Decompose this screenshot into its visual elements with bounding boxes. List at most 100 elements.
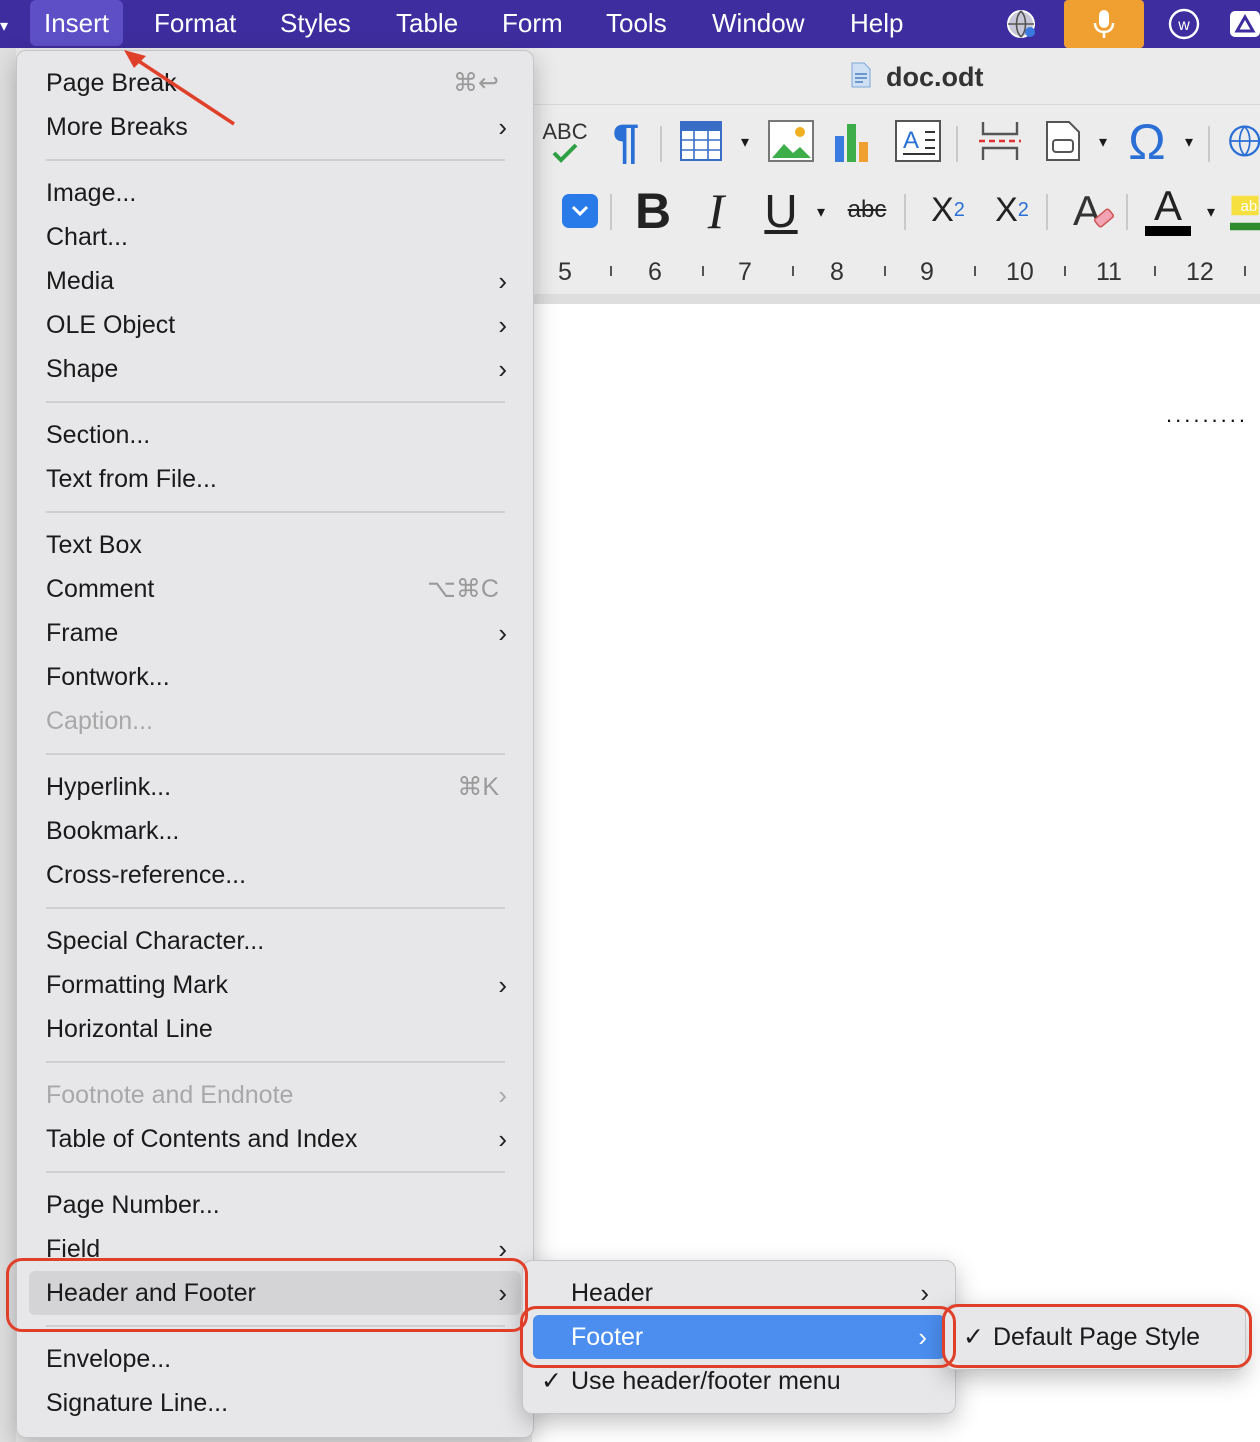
- menu-item-signature-line[interactable]: Signature Line...: [17, 1381, 533, 1425]
- italic-button[interactable]: I: [696, 183, 736, 239]
- menu-item-formatting-mark[interactable]: Formatting Mark ›: [17, 963, 533, 1007]
- ruler-tick: [974, 266, 976, 276]
- menu-item-bookmark[interactable]: Bookmark...: [17, 809, 533, 853]
- triangle-app-icon[interactable]: [1228, 0, 1260, 48]
- chevron-right-icon: ›: [498, 618, 507, 648]
- menu-item-special-character[interactable]: Special Character...: [17, 919, 533, 963]
- menu-help[interactable]: Help: [836, 0, 917, 48]
- insert-page-break-icon[interactable]: [976, 118, 1024, 164]
- ruler-number: 7: [738, 258, 752, 286]
- ruler-tick: [792, 266, 794, 276]
- insert-field-icon[interactable]: [1042, 118, 1084, 164]
- document-icon: [851, 62, 871, 88]
- menu-table[interactable]: Table: [382, 0, 472, 48]
- font-color-button[interactable]: A: [1140, 184, 1196, 238]
- chevron-right-icon: ›: [498, 354, 507, 384]
- globe-status-icon[interactable]: [1000, 0, 1042, 48]
- insert-chart-icon[interactable]: [828, 118, 876, 164]
- menu-item-frame[interactable]: Frame ›: [17, 611, 533, 655]
- annotation-ring-header-and-footer: [6, 1258, 528, 1332]
- bold-button[interactable]: B: [630, 183, 676, 239]
- menu-styles[interactable]: Styles: [266, 0, 365, 48]
- ruler-tick: [1154, 266, 1156, 276]
- insert-text-box-icon[interactable]: A: [894, 118, 942, 164]
- menu-item-label: Envelope...: [46, 1345, 172, 1373]
- menu-item-text-from-file[interactable]: Text from File...: [17, 457, 533, 501]
- clear-formatting-icon[interactable]: A: [1068, 184, 1118, 238]
- menu-item-label: Table of Contents and Index: [46, 1125, 358, 1153]
- hyperlink-globe-icon[interactable]: [1226, 118, 1260, 164]
- menu-item-label: Page Break: [46, 69, 177, 97]
- ruler-tick: [884, 266, 886, 276]
- menu-tools[interactable]: Tools: [592, 0, 681, 48]
- font-color-dropdown-icon[interactable]: ▾: [1202, 202, 1220, 222]
- underline-dropdown-icon[interactable]: ▾: [812, 202, 830, 222]
- menu-item-chart[interactable]: Chart...: [17, 215, 533, 259]
- ruler-number: 11: [1096, 258, 1122, 286]
- insert-table-icon[interactable]: [678, 118, 724, 164]
- table-dropdown-icon[interactable]: ▾: [736, 132, 754, 152]
- special-character-icon[interactable]: Ω: [1122, 114, 1172, 170]
- subscript-base: X: [995, 190, 1018, 229]
- menu-item-footnote-and-endnote: Footnote and Endnote ›: [17, 1073, 533, 1117]
- menu-item-caption: Caption...: [17, 699, 533, 743]
- menu-item-cross-reference[interactable]: Cross-reference...: [17, 853, 533, 897]
- menu-separator: [46, 511, 505, 513]
- menu-item-table-of-contents[interactable]: Table of Contents and Index ›: [17, 1117, 533, 1161]
- chevron-right-icon: ›: [498, 266, 507, 296]
- chevron-down-icon[interactable]: [562, 194, 598, 228]
- menu-item-label: More Breaks: [46, 113, 188, 141]
- strikethrough-button[interactable]: abc: [842, 190, 892, 230]
- chevron-right-icon: ›: [498, 112, 507, 142]
- menu-item-label: Signature Line...: [46, 1389, 229, 1417]
- menu-item-media[interactable]: Media ›: [17, 259, 533, 303]
- text-boundary-dots: .........: [1166, 402, 1249, 427]
- w-circle-icon[interactable]: w: [1164, 0, 1204, 48]
- menu-item-label: Shape: [46, 355, 119, 383]
- menu-item-page-number[interactable]: Page Number...: [17, 1183, 533, 1227]
- menu-item-text-box[interactable]: Text Box: [17, 523, 533, 567]
- svg-text:A: A: [1073, 187, 1101, 234]
- menu-item-more-breaks[interactable]: More Breaks ›: [17, 105, 533, 149]
- underline-button[interactable]: U: [758, 184, 804, 238]
- field-dropdown-icon[interactable]: ▾: [1094, 132, 1112, 152]
- menu-item-label: Footnote and Endnote: [46, 1081, 294, 1109]
- menu-item-page-break[interactable]: Page Break ⌘↩: [17, 61, 533, 105]
- shortcut-label: ⌘K: [457, 773, 499, 801]
- menu-item-horizontal-line[interactable]: Horizontal Line: [17, 1007, 533, 1051]
- menu-format[interactable]: Format: [140, 0, 250, 48]
- microphone-icon[interactable]: [1064, 0, 1144, 48]
- menu-item-comment[interactable]: Comment ⌥⌘C: [17, 567, 533, 611]
- menu-item-label: Caption...: [46, 707, 154, 735]
- spelling-button[interactable]: ABC: [536, 116, 594, 168]
- apple-menu-edge: ▾: [0, 18, 9, 35]
- menu-window[interactable]: Window: [698, 0, 818, 48]
- page-margin-area: [532, 294, 1260, 304]
- highlight-color-button[interactable]: ab: [1230, 188, 1260, 238]
- menu-form[interactable]: Form: [488, 0, 577, 48]
- special-character-dropdown-icon[interactable]: ▾: [1180, 132, 1198, 152]
- menu-separator: [46, 1061, 505, 1063]
- menu-item-envelope[interactable]: Envelope...: [17, 1337, 533, 1381]
- chevron-right-icon: ›: [498, 1124, 507, 1154]
- svg-text:A: A: [1154, 184, 1182, 229]
- menu-bar: ▾ Insert Format Styles Table Form Tools …: [0, 0, 1260, 48]
- svg-text:ab: ab: [1241, 198, 1258, 215]
- menu-item-ole-object[interactable]: OLE Object ›: [17, 303, 533, 347]
- subscript-button[interactable]: X2: [992, 186, 1032, 234]
- menu-item-image[interactable]: Image...: [17, 171, 533, 215]
- superscript-button[interactable]: X2: [928, 186, 968, 234]
- menu-separator: [46, 159, 505, 161]
- checkmark-icon: [552, 143, 578, 163]
- insert-image-icon[interactable]: [766, 118, 816, 164]
- toolbar-separator: [1208, 126, 1210, 162]
- menu-item-shape[interactable]: Shape ›: [17, 347, 533, 391]
- chevron-right-icon: ›: [498, 970, 507, 1000]
- formatting-marks-icon[interactable]: ¶: [604, 116, 648, 169]
- menu-item-hyperlink[interactable]: Hyperlink... ⌘K: [17, 765, 533, 809]
- formatting-toolbar: B I U ▾ abc X2 X2 A A ▾ ab: [532, 178, 1260, 244]
- menu-item-fontwork[interactable]: Fontwork...: [17, 655, 533, 699]
- menu-item-label: Media: [46, 267, 115, 295]
- menu-item-section[interactable]: Section...: [17, 413, 533, 457]
- menu-insert[interactable]: Insert: [30, 0, 124, 46]
